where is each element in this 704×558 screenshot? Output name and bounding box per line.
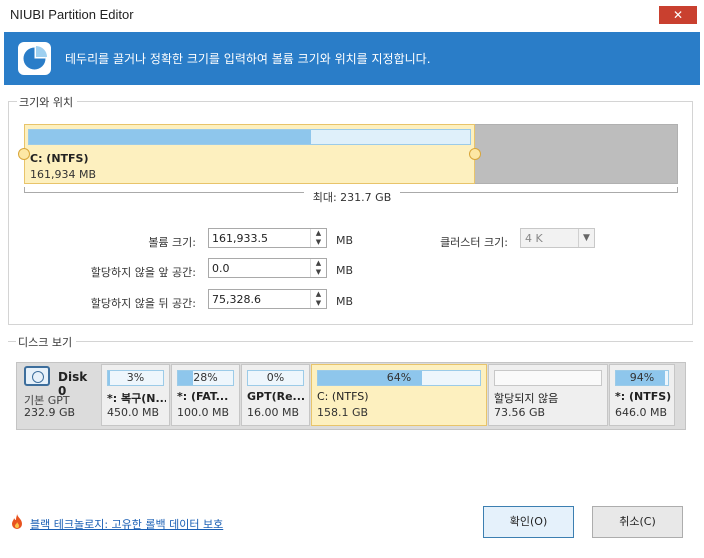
volume-size-label: 볼륨 크기: [148,236,196,249]
volume-size-unit: MB [336,234,354,247]
cluster-size-label: 클러스터 크기: [440,236,508,249]
disk-view-group: 디스크 보기 [8,334,693,350]
disk-size: 232.9 GB [24,406,76,419]
partition-usage-fill [29,130,312,144]
partition-cell-unallocated[interactable]: 할당되지 않음 73.56 GB [488,364,608,426]
cluster-size-select[interactable]: 4 K ▼ [520,228,595,248]
partition-size: 100.0 MB [177,406,230,419]
partition-usage-bar: 64% [317,370,481,386]
partition-cell[interactable]: 3% *: 복구(N... 450.0 MB [101,364,170,426]
unalloc-before-label: 할당하지 않을 앞 공간: [90,266,196,279]
left-resize-handle[interactable] [18,148,30,160]
partition-percent: 94% [629,371,655,384]
spin-up-icon[interactable]: ▲ [311,259,326,268]
spin-down-icon[interactable]: ▼ [311,299,326,308]
partition-cell-selected[interactable]: 64% C: (NTFS) 158.1 GB [311,364,487,426]
unalloc-before-stepper[interactable]: ▲▼ [208,258,327,278]
partition-size: 16.00 MB [247,406,300,419]
partition-usage-bar: 28% [177,370,234,386]
fire-icon [11,514,23,530]
hard-disk-icon [24,366,50,386]
partition-size: 73.56 GB [494,406,546,419]
partition-percent: 3% [126,371,145,384]
rollback-protection-link[interactable]: 블랙 테크놀로지: 고유한 롤백 데이터 보호 [30,516,223,532]
partition-usage-bar: 0% [247,370,304,386]
chevron-down-icon: ▼ [578,229,594,247]
partition-percent: 28% [193,371,218,384]
unalloc-after-input[interactable] [209,290,310,308]
ok-button[interactable]: 확인(O) [483,506,574,538]
unalloc-after-spin-arrows[interactable]: ▲ ▼ [310,290,326,308]
spin-down-icon[interactable]: ▼ [311,238,326,247]
partition-cell[interactable]: 0% GPT(Re... 16.00 MB [241,364,310,426]
unalloc-after-unit: MB [336,295,354,308]
max-size-label: 최대: 231.7 GB [304,189,400,205]
partition-size: 161,934 MB [30,168,97,181]
close-icon: ✕ [672,8,684,22]
partition-usage-fill [178,371,194,385]
partition-usage-fill [108,371,110,385]
partition-usage-bar: 3% [107,370,164,386]
partition-name: *: (NTFS) [615,390,671,403]
volume-size-input[interactable] [209,229,310,247]
spin-up-icon[interactable]: ▲ [311,290,326,299]
volume-size-stepper[interactable]: ▲▼ [208,228,327,248]
partition-usage-bar [494,370,602,386]
disk-view-legend: 디스크 보기 [16,334,77,350]
partition-name: C: (NTFS) [30,152,89,165]
unalloc-before-spin-arrows[interactable]: ▲ ▼ [310,259,326,277]
partition-cell[interactable]: 94% *: (NTFS) 646.0 MB [609,364,675,426]
cancel-button[interactable]: 취소(C) [592,506,683,538]
app-logo-icon [18,42,51,75]
partition-usage-bar [28,129,471,145]
partition-name: C: (NTFS) [317,390,369,403]
right-resize-handle[interactable] [469,148,481,160]
window-title: NIUBI Partition Editor [10,7,134,22]
unalloc-after-label: 할당하지 않을 뒤 공간: [90,297,196,310]
title-bar: NIUBI Partition Editor ✕ [0,0,704,30]
partition-name: 할당되지 않음 [494,392,559,405]
partition-cell[interactable]: 28% *: (FAT... 100.0 MB [171,364,240,426]
close-button[interactable]: ✕ [659,6,697,24]
partition-name: *: (FAT... [177,390,229,403]
unalloc-before-input[interactable] [209,259,310,277]
partition-usage-bar: 94% [615,370,669,386]
partition-size: 646.0 MB [615,406,668,419]
resizable-partition[interactable]: C: (NTFS) 161,934 MB [24,124,475,184]
banner-instruction: 테두리를 끌거나 정확한 크기를 입력하여 볼륨 크기와 위치를 지정합니다. [65,52,431,66]
unalloc-after-stepper[interactable]: ▲▼ [208,289,327,309]
partition-percent: 0% [266,371,285,384]
volume-size-spin-arrows[interactable]: ▲ ▼ [310,229,326,247]
cluster-size-value: 4 K [525,232,543,245]
partition-size: 450.0 MB [107,406,160,419]
disk-info[interactable]: Disk 0 기본 GPT 232.9 GB [18,364,98,426]
spin-up-icon[interactable]: ▲ [311,229,326,238]
size-position-legend: 크기와 위치 [17,94,78,110]
unalloc-before-unit: MB [336,264,354,277]
partition-name: GPT(Re... [247,390,306,403]
partition-percent: 64% [386,371,412,384]
partition-size: 158.1 GB [317,406,369,419]
header-banner: 테두리를 끌거나 정확한 크기를 입력하여 볼륨 크기와 위치를 지정합니다. [4,32,700,85]
spin-down-icon[interactable]: ▼ [311,268,326,277]
partition-name: *: 복구(N... [107,392,166,405]
